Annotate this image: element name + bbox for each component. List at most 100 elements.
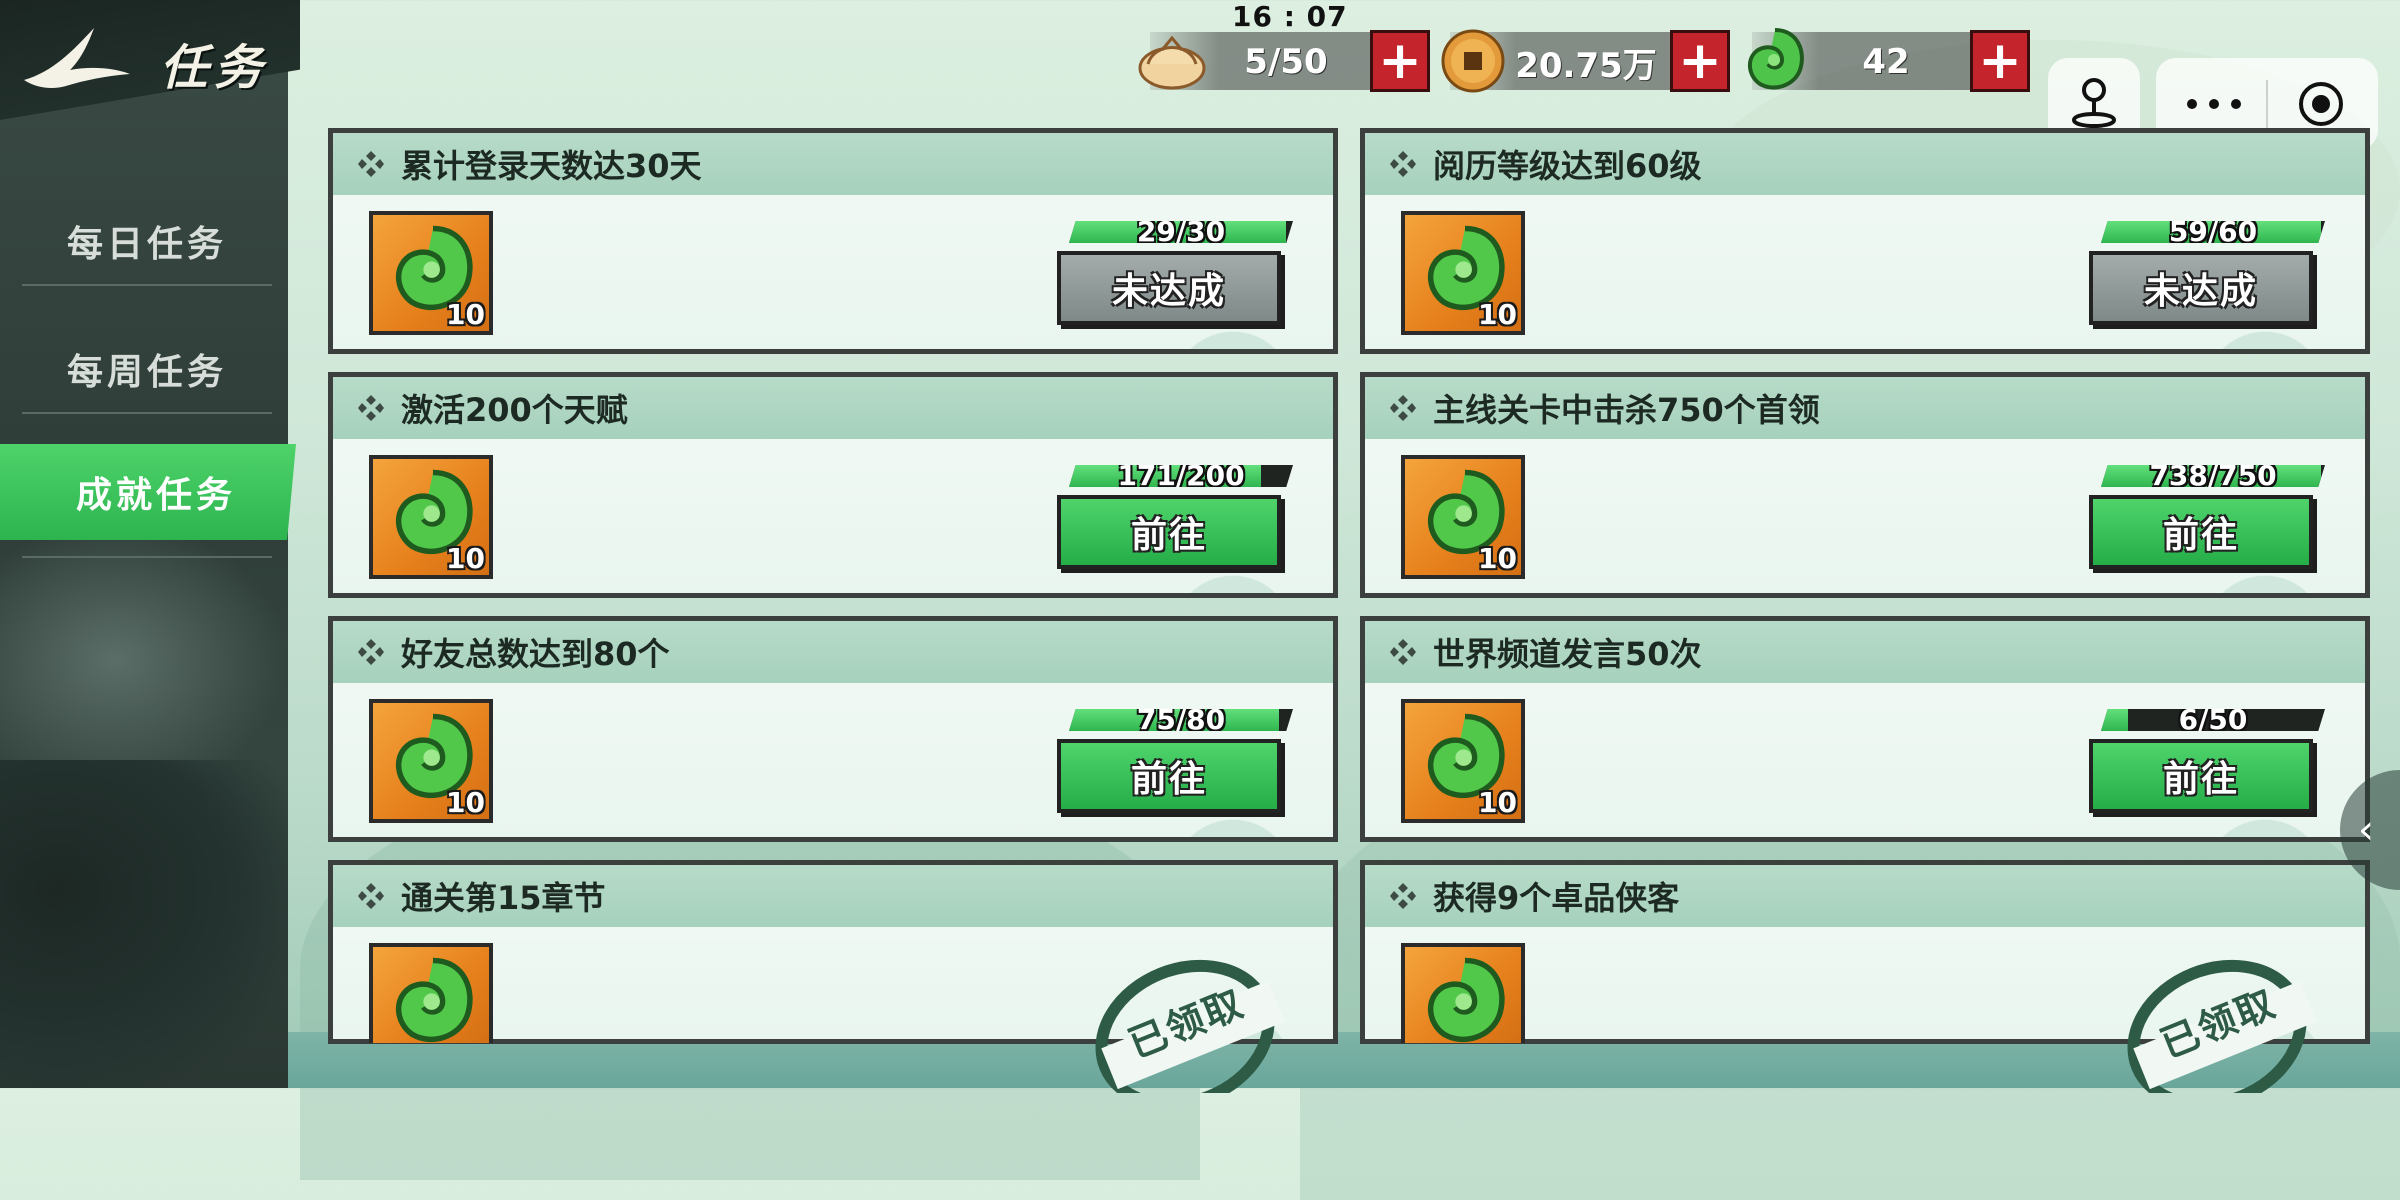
stamina-value: 5/50: [1244, 42, 1328, 82]
sidebar-tree-decoration: [0, 760, 288, 1088]
diamond-bullet-icon: [1390, 639, 1416, 665]
task-title: 累计登录天数达30天: [401, 147, 702, 185]
task-progress-text: 738/750: [2149, 459, 2277, 492]
reward-item[interactable]: 10: [1401, 699, 1525, 823]
task-progress-bar: 171/200: [1069, 465, 1293, 487]
reward-quantity: 10: [446, 542, 485, 575]
plus-icon: +: [1378, 31, 1422, 91]
sidebar: 每日任务 每周任务: [0, 0, 288, 1088]
sidebar-item-weekly[interactable]: 每周任务: [22, 326, 272, 414]
claimed-stamp: 已领取: [1093, 943, 1293, 1111]
reward-quantity: 10: [446, 298, 485, 331]
task-card: 主线关卡中击杀750个首领 10 738/750 前往: [1360, 372, 2370, 598]
joystick-icon: [2071, 78, 2117, 128]
task-button-label: 未达成: [2143, 271, 2258, 312]
more-icon: [2187, 99, 2241, 109]
page-title: 任务: [160, 40, 269, 96]
task-button-label: 未达成: [1111, 271, 1226, 312]
task-title: 主线关卡中击杀750个首领: [1433, 391, 1820, 429]
diamond-bullet-icon: [358, 639, 384, 665]
sidebar-item-achievement[interactable]: 成就任务: [0, 444, 296, 540]
add-stamina-button[interactable]: +: [1370, 30, 1430, 92]
plus-icon: +: [1978, 31, 2022, 91]
task-title: 阅历等级达到60级: [1433, 147, 1702, 185]
task-card: 阅历等级达到60级 10 59/60 未达成: [1360, 128, 2370, 354]
task-button-label: 前往: [2162, 759, 2239, 800]
reward-quantity: 10: [446, 786, 485, 819]
plus-icon: +: [1678, 31, 1722, 91]
task-card-header: 阅历等级达到60级: [1365, 133, 2365, 195]
task-progress-text: 29/30: [1136, 215, 1226, 248]
coin-value: 20.75万: [1515, 45, 1657, 86]
diamond-bullet-icon: [358, 883, 384, 909]
sidebar-item-label: 每周任务: [66, 352, 227, 393]
go-button[interactable]: 前往: [2089, 739, 2313, 813]
go-button[interactable]: 前往: [2089, 495, 2313, 569]
task-card: 通关第15章节已领取: [328, 860, 1338, 1111]
jade-value: 42: [1862, 42, 1910, 82]
bun-icon: [1138, 35, 1206, 90]
reward-item[interactable]: 10: [1401, 211, 1525, 335]
sidebar-item-label: 每日任务: [66, 224, 227, 265]
go-button[interactable]: 前往: [1057, 495, 1281, 569]
reward-quantity: 10: [1478, 298, 1517, 331]
reward-item[interactable]: [1401, 943, 1525, 1043]
clock: 16 : 07: [1232, 0, 1348, 33]
reward-item[interactable]: 10: [369, 699, 493, 823]
go-button[interactable]: 前往: [1057, 739, 1281, 813]
sidebar-item-daily[interactable]: 每日任务: [22, 198, 272, 286]
add-coin-button[interactable]: +: [1670, 30, 1730, 92]
task-button-label: 前往: [1130, 515, 1207, 556]
task-progress-bar: 6/50: [2101, 709, 2325, 731]
task-card: 累计登录天数达30天 10 29/30 未达成: [328, 128, 1338, 354]
not-achieved-button[interactable]: 未达成: [1057, 251, 1281, 325]
task-progress-text: 6/50: [2178, 703, 2248, 736]
task-progress-bar: 738/750: [2101, 465, 2325, 487]
diamond-bullet-icon: [358, 151, 384, 177]
task-card: 获得9个卓品侠客 已领取: [1360, 860, 2370, 1111]
coin-icon: [1441, 29, 1505, 93]
sidebar-mist: [0, 520, 288, 800]
reward-item[interactable]: 10: [369, 211, 493, 335]
task-title: 通关第15章节: [401, 879, 606, 917]
close-mini-program-button[interactable]: [2276, 76, 2366, 132]
task-card: 世界频道发言50次 10 6/50 前往: [1360, 616, 2370, 842]
task-progress-bar: 59/60: [2101, 221, 2325, 243]
reward-item[interactable]: 10: [369, 455, 493, 579]
diamond-bullet-icon: [1390, 883, 1416, 909]
task-progress-text: 171/200: [1117, 459, 1245, 492]
task-progress-text: 59/60: [2168, 215, 2258, 248]
task-card-header: 世界频道发言50次: [1365, 621, 2365, 683]
diamond-bullet-icon: [358, 395, 384, 421]
task-card-header: 通关第15章节: [333, 865, 1333, 927]
diamond-bullet-icon: [1390, 151, 1416, 177]
more-button[interactable]: [2170, 80, 2258, 128]
reward-item[interactable]: 10: [1401, 455, 1525, 579]
not-achieved-button[interactable]: 未达成: [2089, 251, 2313, 325]
reward-item[interactable]: [369, 943, 493, 1043]
diamond-bullet-icon: [1390, 395, 1416, 421]
task-card-header: 主线关卡中击杀750个首领: [1365, 377, 2365, 439]
task-card-header: 获得9个卓品侠客: [1365, 865, 2365, 927]
task-title: 获得9个卓品侠客: [1433, 879, 1680, 917]
reward-quantity: 10: [1478, 542, 1517, 575]
task-card-header: 累计登录天数达30天: [333, 133, 1333, 195]
jade-icon: [1748, 28, 1804, 90]
sidebar-item-label: 成就任务: [76, 475, 237, 516]
task-card: 激活200个天赋 10 171/200 前往: [328, 372, 1338, 598]
task-title: 世界频道发言50次: [1433, 635, 1702, 673]
task-button-label: 前往: [2162, 515, 2239, 556]
task-progress-text: 75/80: [1136, 703, 1226, 736]
add-jade-button[interactable]: +: [1970, 30, 2030, 92]
task-progress-bar: 29/30: [1069, 221, 1293, 243]
task-card: 好友总数达到80个 10 75/80 前往: [328, 616, 1338, 842]
capsule-divider: [2266, 80, 2268, 128]
jade-icon: [395, 957, 473, 1043]
task-title: 好友总数达到80个: [401, 635, 670, 673]
task-title: 激活200个天赋: [401, 391, 628, 429]
task-card-header: 激活200个天赋: [333, 377, 1333, 439]
swallow-logo-icon: [24, 28, 130, 88]
task-button-label: 前往: [1130, 759, 1207, 800]
record-icon: [2299, 82, 2343, 126]
reward-quantity: 10: [1478, 786, 1517, 819]
